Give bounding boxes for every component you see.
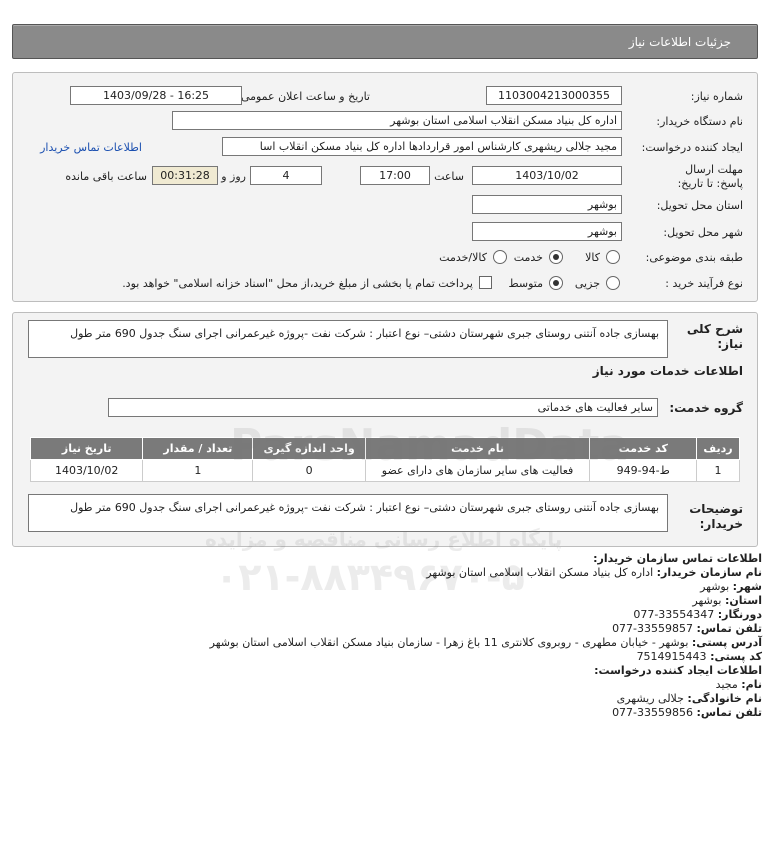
process-option-minor: جزیی bbox=[574, 277, 600, 290]
need-details-panel bbox=[12, 72, 758, 302]
category-option-goods: کالا bbox=[585, 251, 600, 264]
contact-city-value: بوشهر bbox=[700, 580, 730, 593]
creator-phone-label: تلفن تماس: bbox=[696, 706, 762, 719]
buyer-notes-label: توضیحات خریدار: bbox=[689, 502, 743, 531]
col-row-number: ردیف bbox=[696, 437, 740, 460]
deadline-time-field[interactable]: 17:00 bbox=[360, 166, 430, 185]
cell-service-name: فعالیت های سایر سازمان های دارای عضو bbox=[364, 459, 591, 482]
service-group-label: گروه خدمت: bbox=[669, 401, 743, 415]
process-type-label: نوع فرآیند خرید : bbox=[665, 277, 743, 290]
services-table-header: ردیف کد خدمت نام خدمت واحد اندازه گیری ت… bbox=[29, 437, 740, 460]
need-number-label: شماره نیاز: bbox=[690, 90, 743, 103]
creator-phone-value: 077-33559856 bbox=[612, 706, 694, 719]
city-label: شهر محل تحویل: bbox=[663, 226, 743, 239]
remaining-time-label: ساعت باقی مانده bbox=[65, 170, 147, 183]
contact-org-label: نام سازمان خریدار: bbox=[656, 566, 762, 579]
contact-postal-label: کد پستی: bbox=[710, 650, 762, 663]
need-number-field[interactable]: 1103004213000355 bbox=[486, 86, 622, 105]
service-group-field[interactable]: سایر فعالیت های خدماتی bbox=[108, 398, 658, 417]
cell-service-code: ط-94-949 bbox=[589, 459, 698, 482]
creator-family-value: جلالی ریشهری bbox=[616, 692, 684, 705]
city-field[interactable]: بوشهر bbox=[472, 222, 622, 241]
creator-field[interactable]: مجید جلالی ریشهری کارشناس امور قراردادها… bbox=[222, 137, 622, 156]
days-remaining-field[interactable]: 4 bbox=[250, 166, 322, 185]
process-option-medium: متوسط bbox=[508, 277, 543, 290]
contact-postal: کد پستی: 7514915443 bbox=[637, 650, 762, 663]
cell-row-number: 1 bbox=[696, 459, 740, 482]
contact-org-value: اداره کل بنیاد مسکن انقلاب اسلامی استان … bbox=[426, 566, 654, 579]
contact-title: اطلاعات تماس سازمان خریدار: bbox=[593, 552, 762, 565]
col-service-code: کد خدمت bbox=[589, 437, 698, 460]
contact-phone: تلفن تماس: 077-33559857 bbox=[612, 622, 762, 635]
services-table: ردیف کد خدمت نام خدمت واحد اندازه گیری ت… bbox=[29, 437, 740, 482]
page-title: جزئیات اطلاعات نیاز bbox=[628, 35, 731, 49]
category-radio-service[interactable] bbox=[549, 250, 563, 264]
summary-label: شرح کلی نیاز: bbox=[686, 322, 743, 351]
contact-province: استان: بوشهر bbox=[692, 594, 762, 607]
contact-postal-value: 7514915443 bbox=[636, 650, 707, 663]
col-service-name: نام خدمت bbox=[364, 437, 591, 460]
creator-name: نام: مجید bbox=[716, 678, 762, 691]
buyer-org-field[interactable]: اداره کل بنیاد مسکن انقلاب اسلامی استان … bbox=[172, 111, 622, 130]
contact-address-value: بوشهر - خیابان مطهری - روبروی کلانتری 11… bbox=[209, 636, 689, 649]
contact-org: نام سازمان خریدار: اداره کل بنیاد مسکن ا… bbox=[426, 566, 762, 579]
cell-unit: 0 bbox=[252, 459, 366, 482]
category-option-goods-service: کالا/خدمت bbox=[439, 251, 487, 264]
creator-name-label: نام: bbox=[741, 678, 762, 691]
category-radio-goods[interactable] bbox=[606, 250, 620, 264]
contact-address: آدرس پستی: بوشهر - خیابان مطهری - روبروی… bbox=[210, 636, 762, 649]
remaining-time-field: 00:31:28 bbox=[152, 166, 218, 185]
col-unit: واحد اندازه گیری bbox=[252, 437, 366, 460]
category-radio-goods-service[interactable] bbox=[493, 250, 507, 264]
contact-province-label: استان: bbox=[725, 594, 762, 607]
buyer-contact-link[interactable]: اطلاعات تماس خریدار bbox=[40, 141, 142, 154]
creator-label: ایجاد کننده درخواست: bbox=[641, 141, 743, 154]
deadline-label: مهلت ارسال پاسخ: تا تاریخ: bbox=[677, 163, 743, 190]
treasury-payment-checkbox[interactable] bbox=[479, 276, 492, 289]
deadline-date-field[interactable]: 1403/10/02 bbox=[472, 166, 622, 185]
category-label: طبقه بندی موضوعی: bbox=[645, 251, 743, 264]
category-option-service: خدمت bbox=[513, 251, 543, 264]
col-need-date: تاریخ نیاز bbox=[29, 437, 144, 460]
contact-city: شهر: بوشهر bbox=[700, 580, 762, 593]
contact-phone-label: تلفن تماس: bbox=[696, 622, 762, 635]
contact-fax: دورنگار: 077-33554347 bbox=[633, 608, 762, 621]
treasury-payment-note: پرداخت تمام یا بخشی از مبلغ خرید،از محل … bbox=[122, 277, 473, 290]
contact-city-label: شهر: bbox=[732, 580, 762, 593]
contact-fax-label: دورنگار: bbox=[717, 608, 762, 621]
summary-text: بهسازی جاده آنتنی روستای جبری شهرستان دش… bbox=[28, 320, 668, 358]
contact-phone-value: 077-33559857 bbox=[612, 622, 694, 635]
cell-need-date: 1403/10/02 bbox=[29, 459, 144, 482]
buyer-notes-text: بهسازی جاده آنتنی روستای جبری شهرستان دش… bbox=[28, 494, 668, 532]
announce-date-label: تاریخ و ساعت اعلان عمومی: bbox=[237, 90, 370, 103]
province-field[interactable]: بوشهر bbox=[472, 195, 622, 214]
creator-name-value: مجید bbox=[715, 678, 738, 691]
col-quantity: تعداد / مقدار bbox=[142, 437, 254, 460]
process-radio-medium[interactable] bbox=[549, 276, 563, 290]
creator-contact-title: اطلاعات ایجاد کننده درخواست: bbox=[594, 664, 762, 677]
buyer-org-label: نام دستگاه خریدار: bbox=[656, 115, 743, 128]
services-section-title: اطلاعات خدمات مورد نیاز bbox=[592, 364, 743, 378]
creator-family-label: نام خانوادگی: bbox=[687, 692, 762, 705]
cell-quantity: 1 bbox=[142, 459, 254, 482]
contact-province-value: بوشهر bbox=[692, 594, 722, 607]
contact-address-label: آدرس پستی: bbox=[691, 636, 762, 649]
announce-date-field[interactable]: 1403/09/28 - 16:25 bbox=[70, 86, 242, 105]
province-label: استان محل تحویل: bbox=[656, 199, 743, 212]
deadline-time-label: ساعت bbox=[434, 170, 464, 183]
page-header: جزئیات اطلاعات نیاز bbox=[12, 24, 758, 59]
creator-phone: تلفن تماس: 077-33559856 bbox=[612, 706, 762, 719]
table-row[interactable]: 1 ط-94-949 فعالیت های سایر سازمان های دا… bbox=[29, 459, 740, 482]
process-radio-minor[interactable] bbox=[606, 276, 620, 290]
contact-fax-value: 077-33554347 bbox=[633, 608, 715, 621]
days-label: روز و bbox=[221, 170, 246, 183]
creator-family: نام خانوادگی: جلالی ریشهری bbox=[617, 692, 762, 705]
